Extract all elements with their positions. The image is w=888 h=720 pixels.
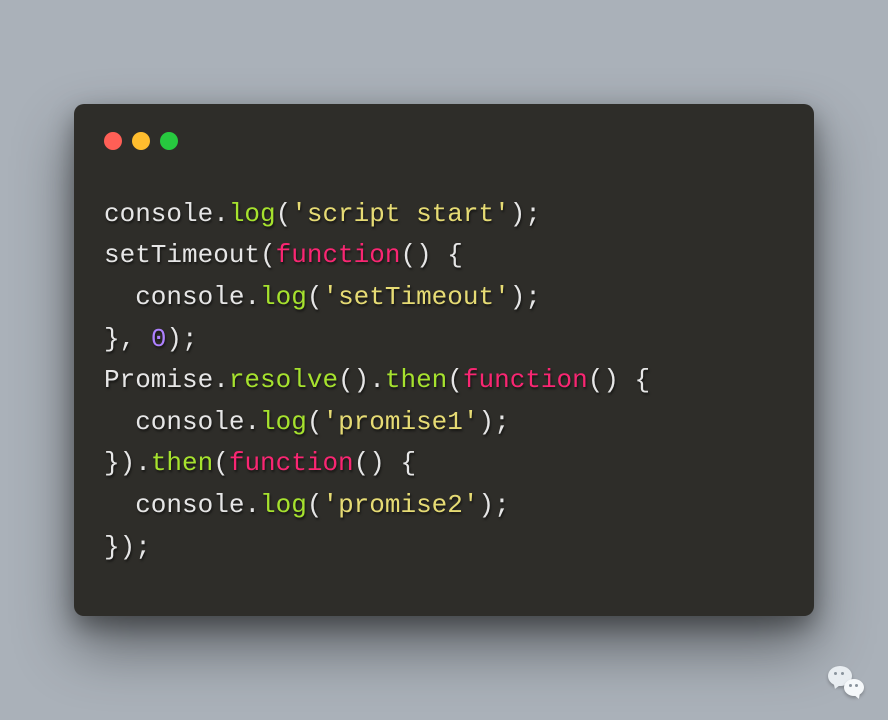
code-token: log bbox=[260, 407, 307, 437]
code-token: console bbox=[104, 407, 244, 437]
code-token: ); bbox=[510, 199, 541, 229]
code-token: then bbox=[151, 448, 213, 478]
code-token: . bbox=[244, 407, 260, 437]
maximize-icon[interactable] bbox=[160, 132, 178, 150]
code-token: }); bbox=[104, 532, 151, 562]
code-token: () { bbox=[588, 365, 650, 395]
code-token: 'setTimeout' bbox=[322, 282, 509, 312]
code-token: ( bbox=[260, 240, 276, 270]
code-line: }, 0); bbox=[104, 324, 198, 354]
code-window: console.log('script start'); setTimeout(… bbox=[74, 104, 814, 616]
code-token: ( bbox=[307, 490, 323, 520]
code-token: log bbox=[229, 199, 276, 229]
code-token: ( bbox=[447, 365, 463, 395]
code-token: resolve bbox=[229, 365, 338, 395]
code-token: (). bbox=[338, 365, 385, 395]
code-token: log bbox=[260, 490, 307, 520]
code-token: function bbox=[229, 448, 354, 478]
code-token: Promise bbox=[104, 365, 213, 395]
code-token: . bbox=[244, 282, 260, 312]
code-line: console.log('promise1'); bbox=[104, 407, 510, 437]
code-token: setTimeout bbox=[104, 240, 260, 270]
code-token: log bbox=[260, 282, 307, 312]
code-token: 'promise1' bbox=[322, 407, 478, 437]
code-token: console bbox=[104, 282, 244, 312]
code-token: ); bbox=[166, 324, 197, 354]
code-token: () { bbox=[354, 448, 416, 478]
code-token: ); bbox=[479, 407, 510, 437]
minimize-icon[interactable] bbox=[132, 132, 150, 150]
close-icon[interactable] bbox=[104, 132, 122, 150]
code-token: 'promise2' bbox=[322, 490, 478, 520]
code-token: }, bbox=[104, 324, 151, 354]
code-token: }). bbox=[104, 448, 151, 478]
code-token: ); bbox=[479, 490, 510, 520]
code-token: ( bbox=[307, 407, 323, 437]
code-token: then bbox=[385, 365, 447, 395]
code-token: () { bbox=[400, 240, 462, 270]
code-line: console.log('setTimeout'); bbox=[104, 282, 541, 312]
window-titlebar bbox=[104, 132, 784, 150]
code-token: ( bbox=[213, 448, 229, 478]
code-line: }); bbox=[104, 532, 151, 562]
code-line: Promise.resolve().then(function() { bbox=[104, 365, 650, 395]
code-line: }).then(function() { bbox=[104, 448, 416, 478]
code-token: 0 bbox=[151, 324, 167, 354]
code-token: ( bbox=[276, 199, 292, 229]
code-line: console.log('script start'); bbox=[104, 199, 541, 229]
wechat-icon bbox=[828, 666, 864, 696]
code-token: . bbox=[213, 365, 229, 395]
code-token: function bbox=[463, 365, 588, 395]
code-token: ( bbox=[307, 282, 323, 312]
code-block: console.log('script start'); setTimeout(… bbox=[104, 194, 784, 568]
code-token: function bbox=[276, 240, 401, 270]
code-token: console bbox=[104, 199, 213, 229]
code-token: ); bbox=[510, 282, 541, 312]
code-token: 'script start' bbox=[291, 199, 509, 229]
code-line: setTimeout(function() { bbox=[104, 240, 463, 270]
code-line: console.log('promise2'); bbox=[104, 490, 510, 520]
code-token: . bbox=[213, 199, 229, 229]
code-token: console bbox=[104, 490, 244, 520]
code-token: . bbox=[244, 490, 260, 520]
